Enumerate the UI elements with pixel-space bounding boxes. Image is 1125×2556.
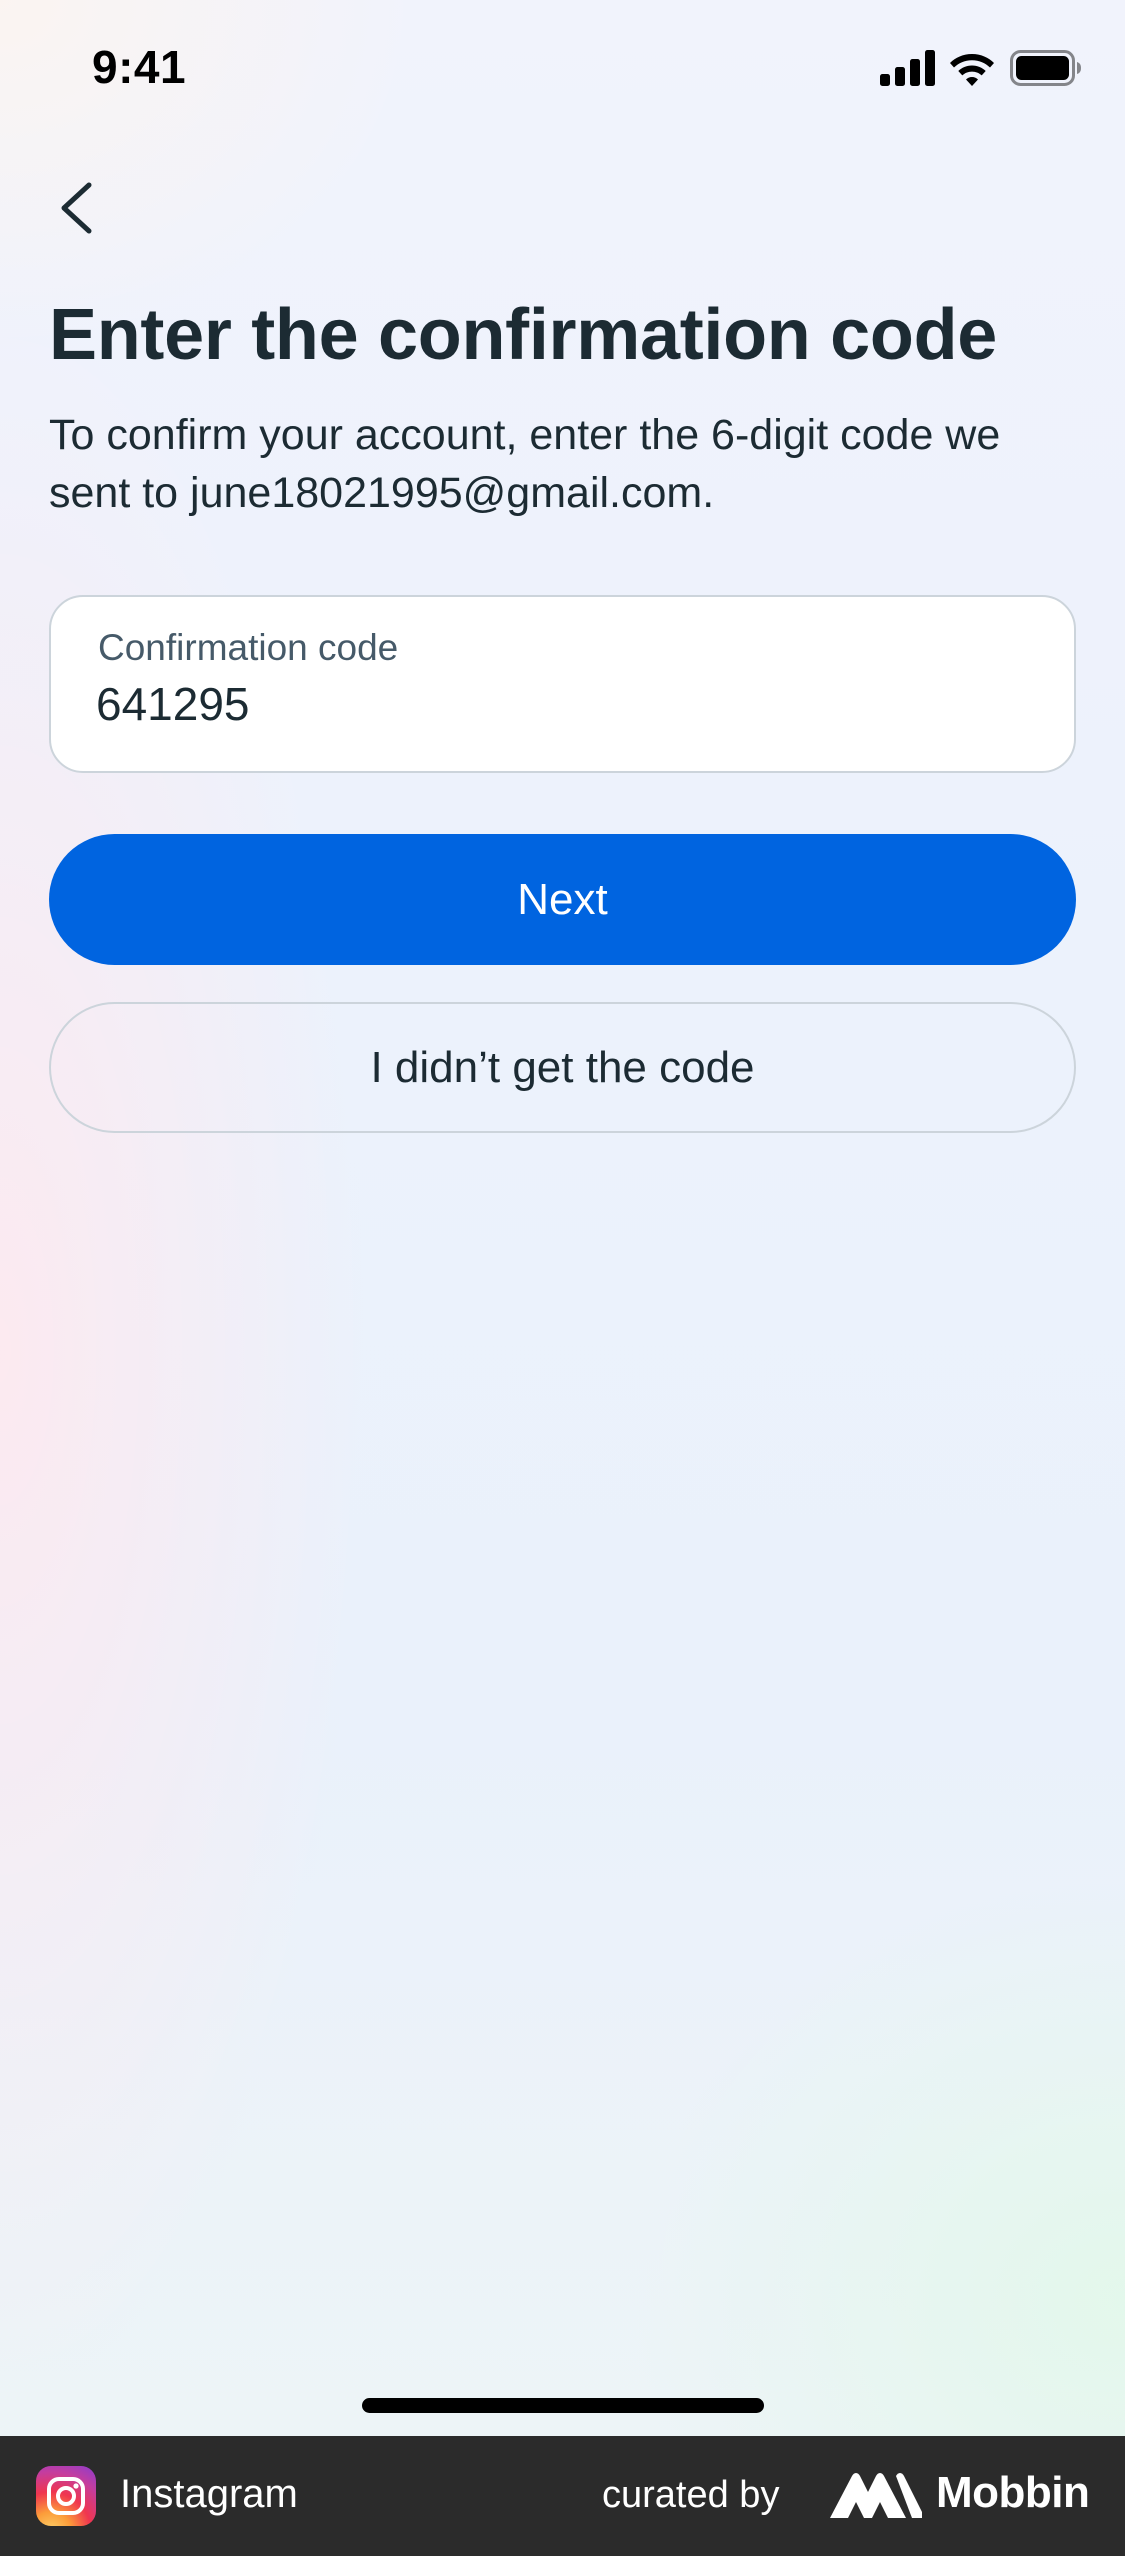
next-button[interactable]: Next <box>49 834 1076 965</box>
back-button[interactable] <box>48 176 104 240</box>
status-time: 9:41 <box>92 41 187 93</box>
status-bar: 9:41 <box>0 0 1125 140</box>
instagram-logo-icon <box>36 2466 96 2526</box>
screen: 9:41 Enter the confirmation code To conf… <box>0 0 1125 2436</box>
attribution-bar: Instagram curated by Mobbin <box>0 2436 1125 2556</box>
mobbin-brand-name: Mobbin <box>936 2468 1090 2517</box>
chevron-left-icon <box>61 182 92 234</box>
mobbin-logo-icon <box>830 2473 922 2518</box>
signal-icon <box>880 50 935 86</box>
home-indicator <box>362 2398 764 2413</box>
curated-by-text: curated by <box>602 2474 780 2516</box>
page-title: Enter the confirmation code <box>49 295 998 375</box>
confirmation-code-field[interactable]: Confirmation code <box>49 595 1076 773</box>
didnt-get-code-button[interactable]: I didn’t get the code <box>49 1002 1076 1133</box>
page-description: To confirm your account, enter the 6-dig… <box>49 411 1001 517</box>
battery-icon <box>1010 50 1081 86</box>
confirmation-code-label: Confirmation code <box>98 627 399 668</box>
wifi-icon <box>950 54 994 86</box>
confirmation-code-input[interactable] <box>96 677 996 731</box>
app-name: Instagram <box>120 2472 298 2516</box>
